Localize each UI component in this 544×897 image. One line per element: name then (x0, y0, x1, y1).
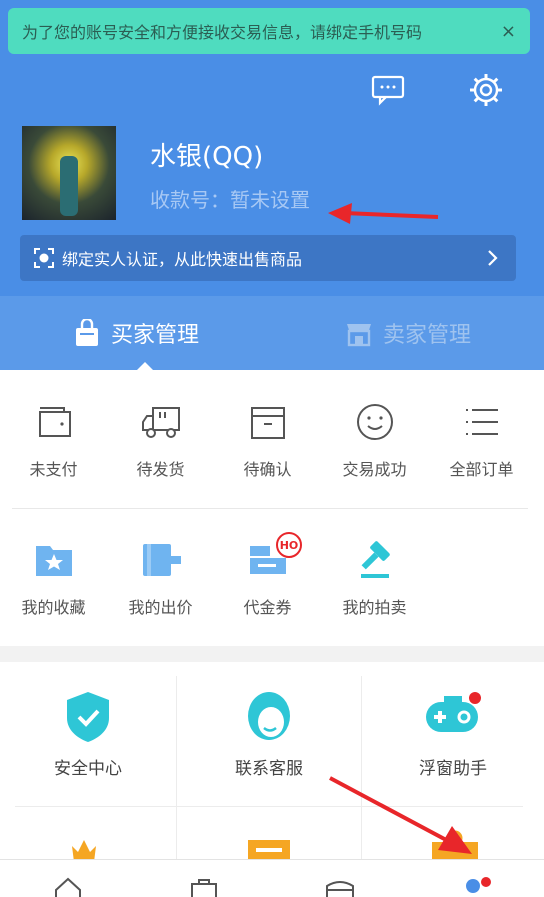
nav-profile[interactable] (408, 860, 544, 897)
my-bids-label: 我的出价 (128, 598, 193, 617)
chevron-right-icon (488, 250, 498, 266)
tab-seller-label: 卖家管理 (382, 323, 471, 348)
order-to-ship[interactable]: 待发货 (107, 402, 214, 480)
nav-home[interactable] (0, 860, 136, 897)
shield-icon (67, 692, 109, 742)
home-icon (55, 877, 81, 897)
truck-icon (141, 407, 180, 438)
nav-orders[interactable] (136, 860, 272, 897)
payment-account[interactable]: 收款号：暂未设置 (150, 184, 310, 213)
float-assistant[interactable]: 浮窗助手 (362, 690, 544, 779)
face-scan-icon (34, 248, 54, 268)
shopping-bag-icon (75, 319, 98, 346)
bottom-nav (0, 859, 544, 897)
buyer-section: 未支付 待发货 待确认 交易成功 全部订单 我的收藏 我的出价 HO 代金券 我… (0, 370, 544, 646)
price-icon (142, 544, 181, 576)
smile-icon (356, 404, 393, 440)
auction-hammer-icon (360, 541, 390, 578)
order-status-row: 未支付 待发货 待确认 交易成功 全部订单 (0, 402, 544, 480)
order-unpaid[interactable]: 未支付 (0, 402, 107, 480)
my-favorites-label: 我的收藏 (21, 598, 86, 617)
message-icon[interactable] (370, 72, 406, 108)
tab-buyer-label: 买家管理 (110, 323, 199, 348)
my-auctions[interactable]: 我的拍卖 (321, 540, 428, 618)
red-arrow-annotation (328, 203, 439, 224)
tab-seller[interactable]: 卖家管理 (272, 296, 544, 370)
order-success-label: 交易成功 (342, 460, 407, 479)
wallet-icon (38, 407, 71, 437)
customer-service[interactable]: 联系客服 (177, 690, 361, 779)
shop-icon (346, 324, 371, 347)
role-tabs: 买家管理 卖家管理 (0, 296, 544, 370)
tab-buyer[interactable]: 买家管理 (0, 296, 272, 370)
customer-service-label: 联系客服 (235, 759, 303, 779)
verify-text: 绑定实人认证，从此快速出售商品 (62, 250, 303, 269)
voucher-badge: HO (276, 532, 302, 558)
box-icon (250, 407, 285, 439)
my-favorites[interactable]: 我的收藏 (0, 540, 107, 618)
nav-store[interactable] (272, 860, 408, 897)
star-folder-icon (35, 546, 72, 576)
security-center-label: 安全中心 (54, 759, 122, 779)
buyer-tools-row: 我的收藏 我的出价 HO 代金券 我的拍卖 (0, 532, 544, 618)
list-icon (465, 409, 498, 435)
bag-icon (191, 879, 217, 897)
my-bids[interactable]: 我的出价 (107, 540, 214, 618)
avatar[interactable] (22, 126, 116, 220)
order-all[interactable]: 全部订单 (428, 402, 535, 480)
close-icon[interactable]: × (501, 21, 516, 42)
banner-text: 为了您的账号安全和方便接收交易信息，请绑定手机号码 (22, 23, 423, 42)
order-to-ship-label: 待发货 (136, 460, 185, 479)
order-success[interactable]: 交易成功 (321, 402, 428, 480)
customer-service-icon (248, 692, 290, 740)
store-icon (326, 881, 354, 897)
gamepad-icon (426, 692, 481, 732)
order-to-confirm[interactable]: 待确认 (214, 402, 321, 480)
real-name-verify-bar[interactable]: 绑定实人认证，从此快速出售商品 (20, 235, 516, 281)
vouchers[interactable]: HO 代金券 (214, 532, 321, 618)
profile-icon (466, 877, 491, 893)
my-auctions-label: 我的拍卖 (342, 598, 407, 617)
section-divider (12, 508, 528, 509)
security-center[interactable]: 安全中心 (0, 690, 176, 779)
vouchers-label: 代金券 (243, 598, 292, 617)
bind-phone-banner[interactable]: 为了您的账号安全和方便接收交易信息，请绑定手机号码 × (8, 8, 530, 54)
red-arrow-annotation (329, 776, 472, 854)
settings-icon[interactable] (468, 72, 504, 108)
order-all-label: 全部订单 (449, 460, 514, 479)
header-icons (370, 72, 504, 108)
order-unpaid-label: 未支付 (29, 460, 78, 479)
order-to-confirm-label: 待确认 (243, 460, 292, 479)
nickname: 水银(QQ) (150, 142, 264, 172)
